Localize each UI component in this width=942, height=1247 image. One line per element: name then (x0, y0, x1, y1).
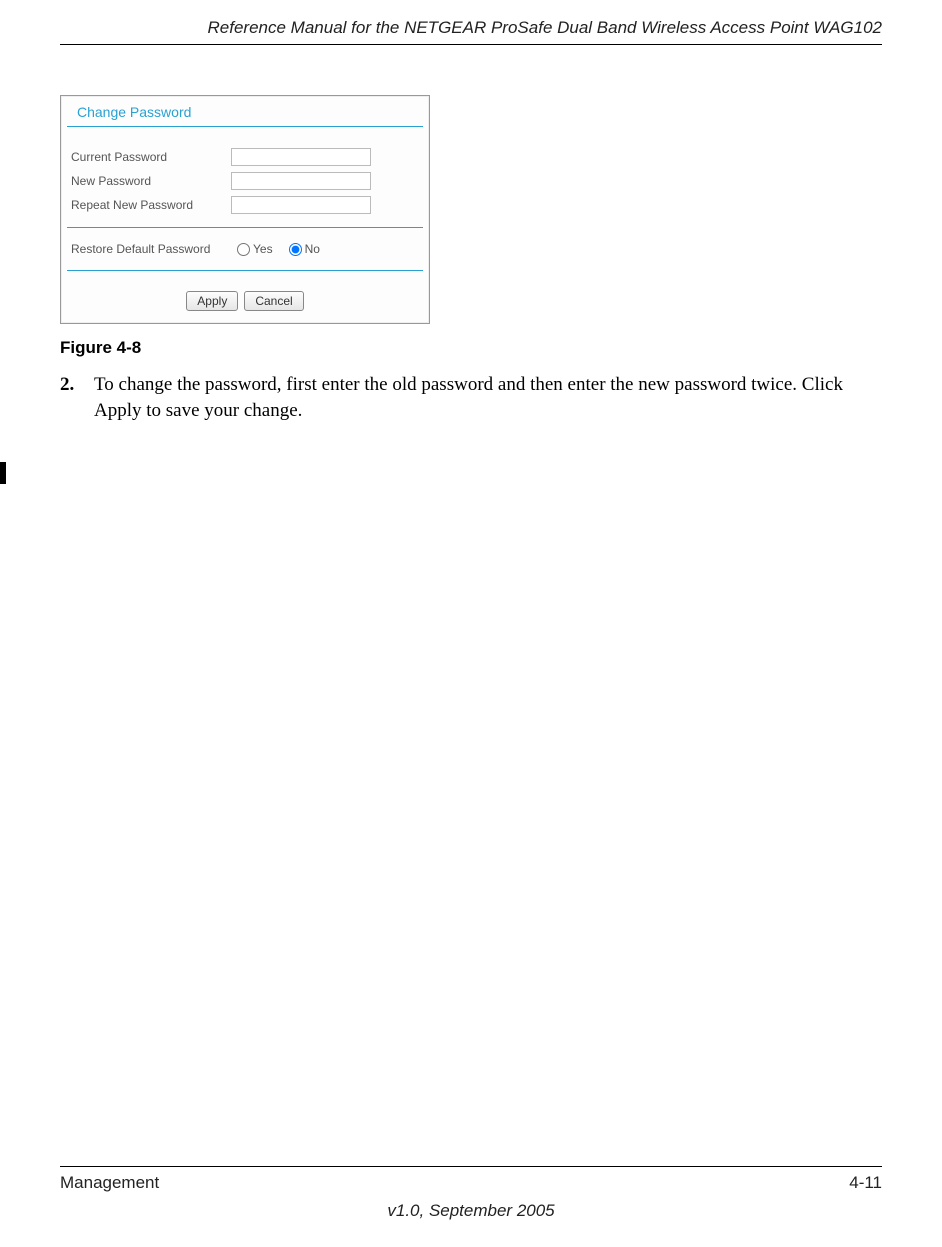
new-password-input[interactable] (231, 172, 371, 190)
footer-rule (60, 1166, 882, 1167)
step-text: To change the password, first enter the … (94, 372, 882, 423)
restore-no-option[interactable]: No (289, 242, 320, 256)
step-2: 2. To change the password, first enter t… (60, 372, 882, 423)
repeat-password-row: Repeat New Password (61, 193, 429, 217)
restore-default-label: Restore Default Password (71, 242, 231, 256)
current-password-row: Current Password (61, 145, 429, 169)
footer-row: Management 4-11 (60, 1173, 882, 1193)
restore-yes-option[interactable]: Yes (237, 242, 273, 256)
restore-yes-radio[interactable] (237, 243, 250, 256)
footer-page-number: 4-11 (849, 1173, 882, 1193)
repeat-password-label: Repeat New Password (71, 198, 231, 212)
change-bar-icon (0, 462, 6, 484)
footer-version: v1.0, September 2005 (60, 1201, 882, 1221)
panel-separator-1 (67, 227, 423, 228)
current-password-input[interactable] (231, 148, 371, 166)
figure-caption: Figure 4-8 (60, 338, 882, 358)
apply-button[interactable]: Apply (186, 291, 238, 311)
panel-separator-2 (67, 270, 423, 271)
header-rule (60, 44, 882, 45)
change-password-panel: Change Password Current Password New Pas… (60, 95, 430, 324)
page-footer: Management 4-11 v1.0, September 2005 (60, 1166, 882, 1221)
step-number: 2. (60, 372, 94, 423)
panel-button-row: Apply Cancel (61, 281, 429, 323)
new-password-label: New Password (71, 174, 231, 188)
page-header-title: Reference Manual for the NETGEAR ProSafe… (60, 0, 882, 44)
cancel-button[interactable]: Cancel (244, 291, 303, 311)
restore-default-row: Restore Default Password Yes No (61, 238, 429, 260)
restore-no-label: No (305, 242, 320, 256)
panel-title: Change Password (67, 96, 423, 127)
new-password-row: New Password (61, 169, 429, 193)
restore-no-radio[interactable] (289, 243, 302, 256)
current-password-label: Current Password (71, 150, 231, 164)
footer-section: Management (60, 1173, 159, 1193)
restore-yes-label: Yes (253, 242, 273, 256)
repeat-password-input[interactable] (231, 196, 371, 214)
